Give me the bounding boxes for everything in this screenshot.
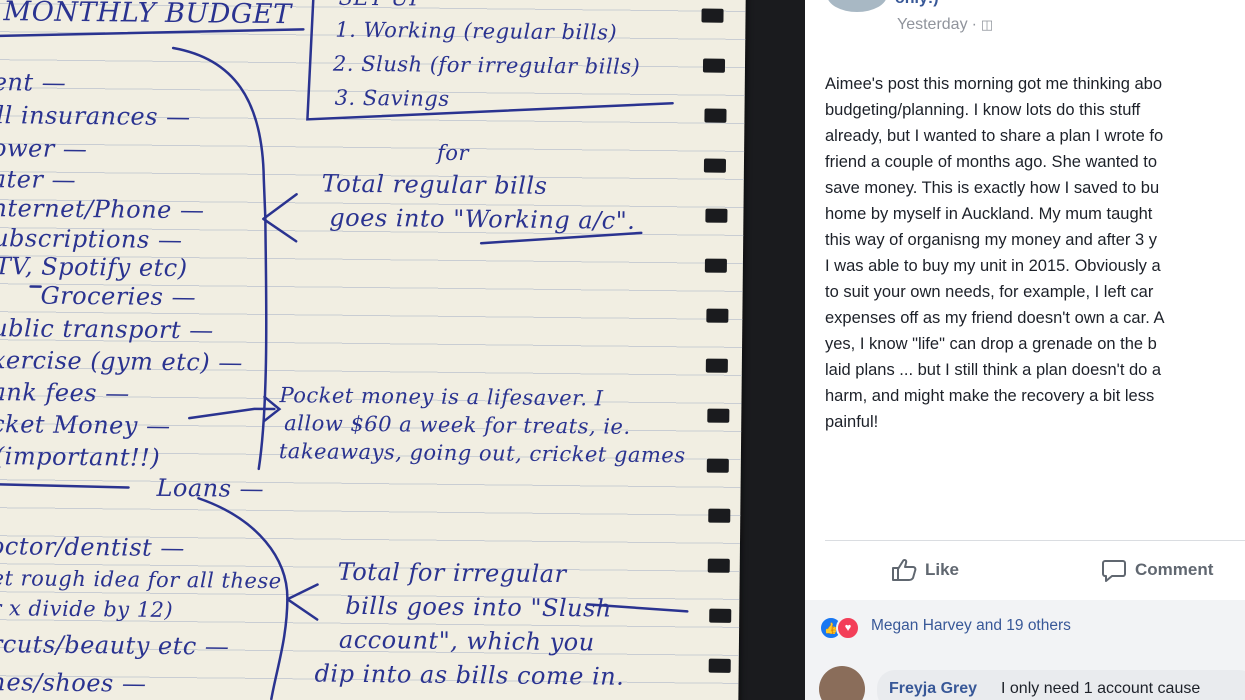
globe-icon[interactable]: ◫ bbox=[981, 17, 993, 33]
post-line: friend a couple of months ago. She wante… bbox=[825, 153, 1158, 171]
author-name[interactable]: only!) bbox=[895, 0, 939, 8]
reaction-icons[interactable]: 👍 ♥ bbox=[819, 616, 860, 640]
comment-button[interactable]: Comment bbox=[1101, 552, 1213, 588]
divider bbox=[825, 540, 1245, 541]
comment-label: Comment bbox=[1135, 560, 1214, 579]
like-label: Like bbox=[925, 560, 960, 579]
post-line: save money. This is exactly how I saved … bbox=[825, 179, 1160, 197]
post-line: yes, I know "life" can drop a grenade on… bbox=[825, 335, 1157, 353]
post-line: to suit your own needs, for example, I l… bbox=[825, 283, 1154, 301]
post-line: already, but I wanted to share a plan I … bbox=[825, 127, 1164, 145]
heart-reaction-icon: ♥ bbox=[836, 616, 860, 640]
notebook-page: MONTHLY BUDGET SET UP 1. Working (regula… bbox=[0, 0, 746, 700]
notebook-photo: MONTHLY BUDGET SET UP 1. Working (regula… bbox=[0, 0, 805, 700]
comment-author[interactable]: Freyja Grey bbox=[889, 680, 977, 698]
post-line: expenses off as my friend doesn't own a … bbox=[825, 309, 1165, 327]
post-line: laid plans ... but I still think a plan … bbox=[825, 361, 1162, 379]
author-avatar[interactable] bbox=[827, 0, 887, 12]
like-button[interactable]: Like bbox=[891, 552, 959, 588]
post-actions: Like Comment bbox=[805, 552, 1245, 588]
post-body: Aimee's post this morning got me thinkin… bbox=[825, 71, 1245, 435]
post-line: budgeting/planning. I know lots do this … bbox=[825, 101, 1141, 119]
post-line: this way of organisng my money and after… bbox=[825, 231, 1157, 249]
post-line: painful! bbox=[825, 413, 879, 431]
timestamp-link[interactable]: Yesterday bbox=[897, 16, 968, 34]
comments-section: Freyja Grey I only need 1 account cause bbox=[805, 652, 1245, 700]
post-line: home by myself in Auckland. My mum taugh… bbox=[825, 205, 1153, 223]
comment-text: I only need 1 account cause bbox=[1001, 680, 1201, 697]
post-line: Aimee's post this morning got me thinkin… bbox=[825, 75, 1162, 93]
commenter-avatar[interactable] bbox=[819, 666, 865, 700]
post-line: I was able to buy my unit in 2015. Obvio… bbox=[825, 257, 1161, 275]
reactions-summary[interactable]: Megan Harvey and 19 others bbox=[871, 617, 1071, 635]
post-line: harm, and might make the recovery a bit … bbox=[825, 387, 1155, 405]
comment-icon bbox=[1102, 560, 1126, 582]
thumbs-up-icon bbox=[892, 558, 917, 581]
ink-strokes bbox=[0, 0, 689, 700]
spiral-edge bbox=[687, 0, 764, 684]
facebook-post: only!) Yesterday · ◫ Aimee's post this m… bbox=[805, 0, 1245, 700]
reactions-bar: 👍 ♥ Megan Harvey and 19 others bbox=[805, 600, 1245, 652]
post-meta: Yesterday · ◫ bbox=[897, 16, 994, 34]
